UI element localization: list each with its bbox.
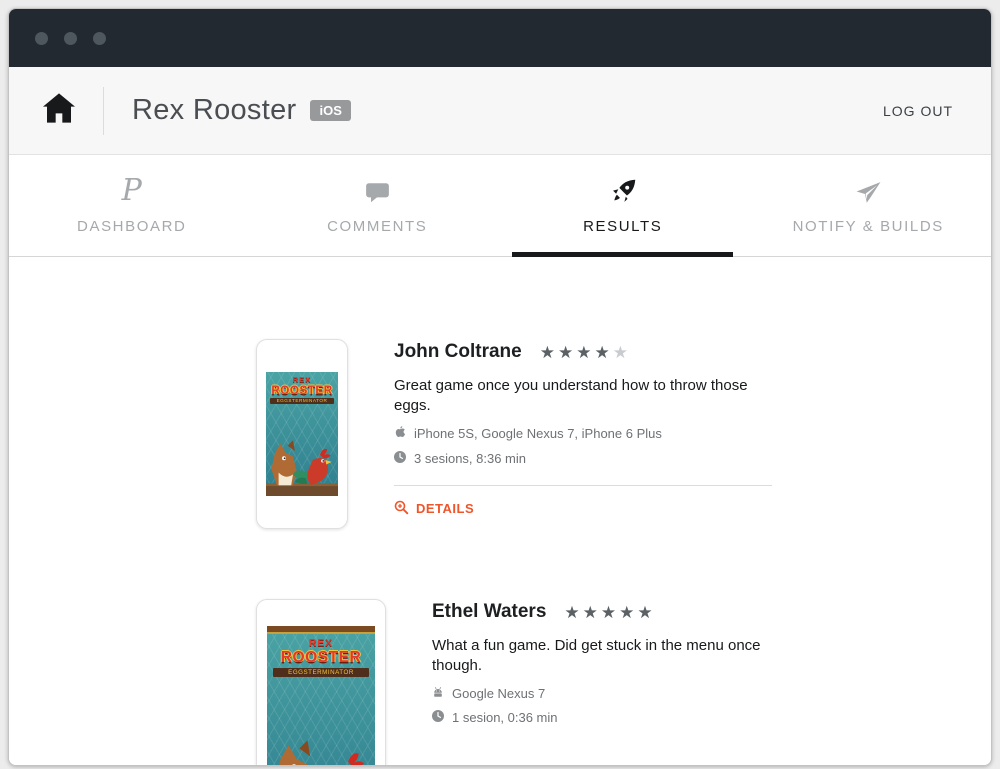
game-art: REX ROOSTER EGGSTERMINATOR <box>267 626 375 765</box>
window-control-dot[interactable] <box>64 31 77 45</box>
clock-icon <box>432 709 444 725</box>
browser-window: Rex Rooster iOS LOG OUT P DASHBOARD COMME… <box>8 8 992 766</box>
star-icon: ★ <box>582 602 598 622</box>
page-title: Rex Rooster iOS <box>132 94 351 127</box>
devices-text: Google Nexus 7 <box>452 685 546 701</box>
sessions-text: 3 sesions, 8:36 min <box>414 450 527 466</box>
game-title-main: ROOSTER <box>280 648 362 666</box>
sessions-row: 3 sesions, 8:36 min <box>394 450 772 466</box>
app-screenshot-thumbnail: REX ROOSTER EGGSTERMINATOR <box>256 339 348 529</box>
rocket-icon <box>609 176 637 206</box>
divider <box>394 484 772 486</box>
window-control-dot[interactable] <box>35 31 48 45</box>
game-subtitle: EGGSTERMINATOR <box>273 668 369 678</box>
testfairy-p-icon: P <box>121 173 142 208</box>
review-text: What a fun game. Did get stuck in the me… <box>432 637 761 675</box>
app-screenshot-thumbnail: REX ROOSTER EGGSTERMINATOR <box>256 599 386 765</box>
android-icon <box>432 686 444 701</box>
paper-plane-icon <box>855 176 882 206</box>
game-characters-illustration <box>267 677 375 765</box>
magnifier-plus-icon <box>394 500 409 518</box>
review-text: Great game once you understand how to th… <box>394 377 748 415</box>
sessions-row: 1 sesion, 0:36 min <box>432 709 810 725</box>
tab-label: NOTIFY & BUILDS <box>792 218 944 235</box>
details-label: DETAILS <box>416 501 475 516</box>
tab-comments[interactable]: COMMENTS <box>255 155 501 256</box>
tab-notify-builds[interactable]: NOTIFY & BUILDS <box>746 155 992 256</box>
logout-link[interactable]: LOG OUT <box>883 103 953 119</box>
tab-label: DASHBOARD <box>77 218 187 235</box>
devices-row: Google Nexus 7 <box>432 686 810 701</box>
comment-icon <box>364 176 391 206</box>
review-card: REX ROOSTER EGGSTERMINATOR <box>256 599 991 765</box>
game-title-top: REX <box>309 637 333 649</box>
app-title: Rex Rooster <box>132 94 297 126</box>
star-icon: ★ <box>600 602 617 622</box>
app-screenshot: REX ROOSTER EGGSTERMINATOR <box>267 626 375 765</box>
home-icon <box>43 93 75 128</box>
details-link[interactable]: DETAILS <box>394 500 772 518</box>
star-icon: ★ <box>612 342 628 362</box>
devices-text: iPhone 5S, Google Nexus 7, iPhone 6 Plus <box>414 426 662 441</box>
app-header: Rex Rooster iOS LOG OUT <box>9 67 991 155</box>
star-icon: ★ <box>539 342 555 362</box>
review-body: John Coltrane ★ ★ ★ ★ ★ Great game once you … <box>394 339 772 529</box>
star-icon: ★ <box>619 602 635 622</box>
game-art: REX ROOSTER EGGSTERMINATOR <box>266 372 338 496</box>
clock-icon <box>394 450 406 466</box>
tab-label: COMMENTS <box>327 218 428 235</box>
star-rating: ★ ★ ★ ★ ★ <box>540 344 628 361</box>
app-screenshot: REX ROOSTER EGGSTERMINATOR <box>266 372 338 496</box>
home-button[interactable] <box>43 93 75 128</box>
tab-results[interactable]: RESULTS <box>500 155 746 257</box>
game-title-top: REX <box>292 374 312 384</box>
reviewer-name: John Coltrane <box>394 341 522 362</box>
header-divider <box>103 86 104 135</box>
star-rating: ★ ★ ★ ★ ★ <box>564 604 652 621</box>
devices-row: iPhone 5S, Google Nexus 7, iPhone 6 Plus <box>394 425 772 442</box>
tab-bar: P DASHBOARD COMMENTS RESULTS NOTIFY & BU… <box>9 155 991 257</box>
game-characters-illustration <box>266 404 338 496</box>
apple-icon <box>394 425 406 442</box>
window-titlebar <box>9 9 991 67</box>
star-icon: ★ <box>557 342 574 362</box>
results-panel: REX ROOSTER EGGSTERMINATOR John Coltrane… <box>9 257 991 765</box>
reviewer-name: Ethel Waters <box>432 601 547 622</box>
star-icon: ★ <box>576 342 592 362</box>
window-control-dot[interactable] <box>93 31 106 45</box>
tab-dashboard[interactable]: P DASHBOARD <box>9 155 255 256</box>
review-body: Ethel Waters ★ ★ ★ ★ ★ What a fun game. Did … <box>432 599 810 765</box>
review-card: REX ROOSTER EGGSTERMINATOR <box>256 339 991 529</box>
tab-label: RESULTS <box>583 218 663 235</box>
platform-badge: iOS <box>310 100 351 121</box>
game-art-frame <box>267 626 375 635</box>
sessions-text: 1 sesion, 0:36 min <box>452 709 558 725</box>
star-icon: ★ <box>594 342 610 362</box>
game-title-main: ROOSTER <box>271 383 333 397</box>
star-icon: ★ <box>637 602 653 622</box>
star-icon: ★ <box>564 602 580 622</box>
